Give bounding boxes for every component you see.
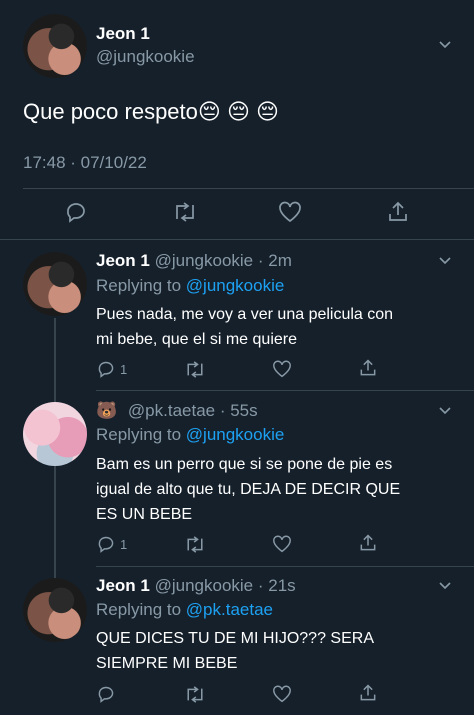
chevron-down-icon[interactable] (438, 254, 452, 268)
reply-header: Jeon 1 @jungkookie · 21s (96, 576, 296, 596)
like-icon[interactable] (278, 201, 302, 223)
reply-icon[interactable]: 1 (96, 360, 127, 378)
retweet-icon[interactable] (172, 202, 198, 222)
author-name[interactable]: Jeon 1 (96, 24, 150, 44)
retweet-icon[interactable] (184, 361, 206, 378)
share-icon[interactable] (358, 533, 378, 553)
divider (96, 566, 474, 567)
like-icon[interactable] (272, 360, 292, 378)
tweet-text: Que poco respeto😔 😔 😔 (23, 99, 279, 124)
avatar[interactable] (23, 252, 87, 316)
reply-text: QUE DICES TU DE MI HIJO??? SERA SIEMPRE … (96, 630, 374, 672)
chevron-down-icon[interactable] (438, 38, 452, 52)
like-icon[interactable] (272, 535, 292, 553)
share-icon[interactable] (386, 200, 410, 224)
avatar[interactable] (23, 14, 87, 78)
reply-text: Pues nada, me voy a ver una pelicula con… (96, 306, 394, 348)
retweet-icon[interactable] (184, 686, 206, 703)
replying-to: Replying to @pk.taetae (96, 600, 273, 619)
like-icon[interactable] (272, 685, 292, 703)
share-icon[interactable] (358, 358, 378, 378)
reply-count: 1 (120, 361, 128, 377)
replying-to: Replying to @jungkookie (96, 425, 285, 444)
author-name[interactable]: Jeon 1 (96, 251, 150, 270)
author-handle[interactable]: @jungkookie (96, 47, 195, 67)
replying-to: Replying to @jungkookie (96, 276, 285, 295)
mention-link[interactable]: @pk.taetae (186, 600, 273, 619)
reply-icon[interactable] (64, 201, 88, 223)
author-handle-time[interactable]: @jungkookie · 21s (155, 576, 296, 595)
reply-header: 🐻 @pk.taetae · 55s (96, 401, 258, 421)
divider (0, 239, 474, 240)
reply-header: Jeon 1 @jungkookie · 2m (96, 251, 292, 271)
mention-link[interactable]: @jungkookie (186, 425, 285, 444)
reply-icon[interactable]: 1 (96, 535, 127, 553)
author-name[interactable]: Jeon 1 (96, 576, 150, 595)
chevron-down-icon[interactable] (438, 579, 452, 593)
author-handle-time[interactable]: @jungkookie · 2m (155, 251, 292, 270)
chevron-down-icon[interactable] (438, 404, 452, 418)
tweet-timestamp[interactable]: 17:48 · 07/10/22 (23, 153, 147, 173)
author-name-emoji[interactable]: 🐻 (96, 401, 117, 420)
share-icon[interactable] (358, 683, 378, 703)
reply-icon[interactable] (96, 685, 116, 703)
avatar[interactable] (23, 402, 87, 466)
reply-text: Bam es un perro que si se pone de pie es… (96, 456, 401, 523)
mention-link[interactable]: @jungkookie (186, 276, 285, 295)
divider (96, 390, 474, 391)
retweet-icon[interactable] (184, 536, 206, 553)
author-handle-time[interactable]: @pk.taetae · 55s (128, 401, 258, 420)
divider (23, 188, 474, 189)
reply-count: 1 (120, 536, 128, 552)
avatar[interactable] (23, 578, 87, 642)
